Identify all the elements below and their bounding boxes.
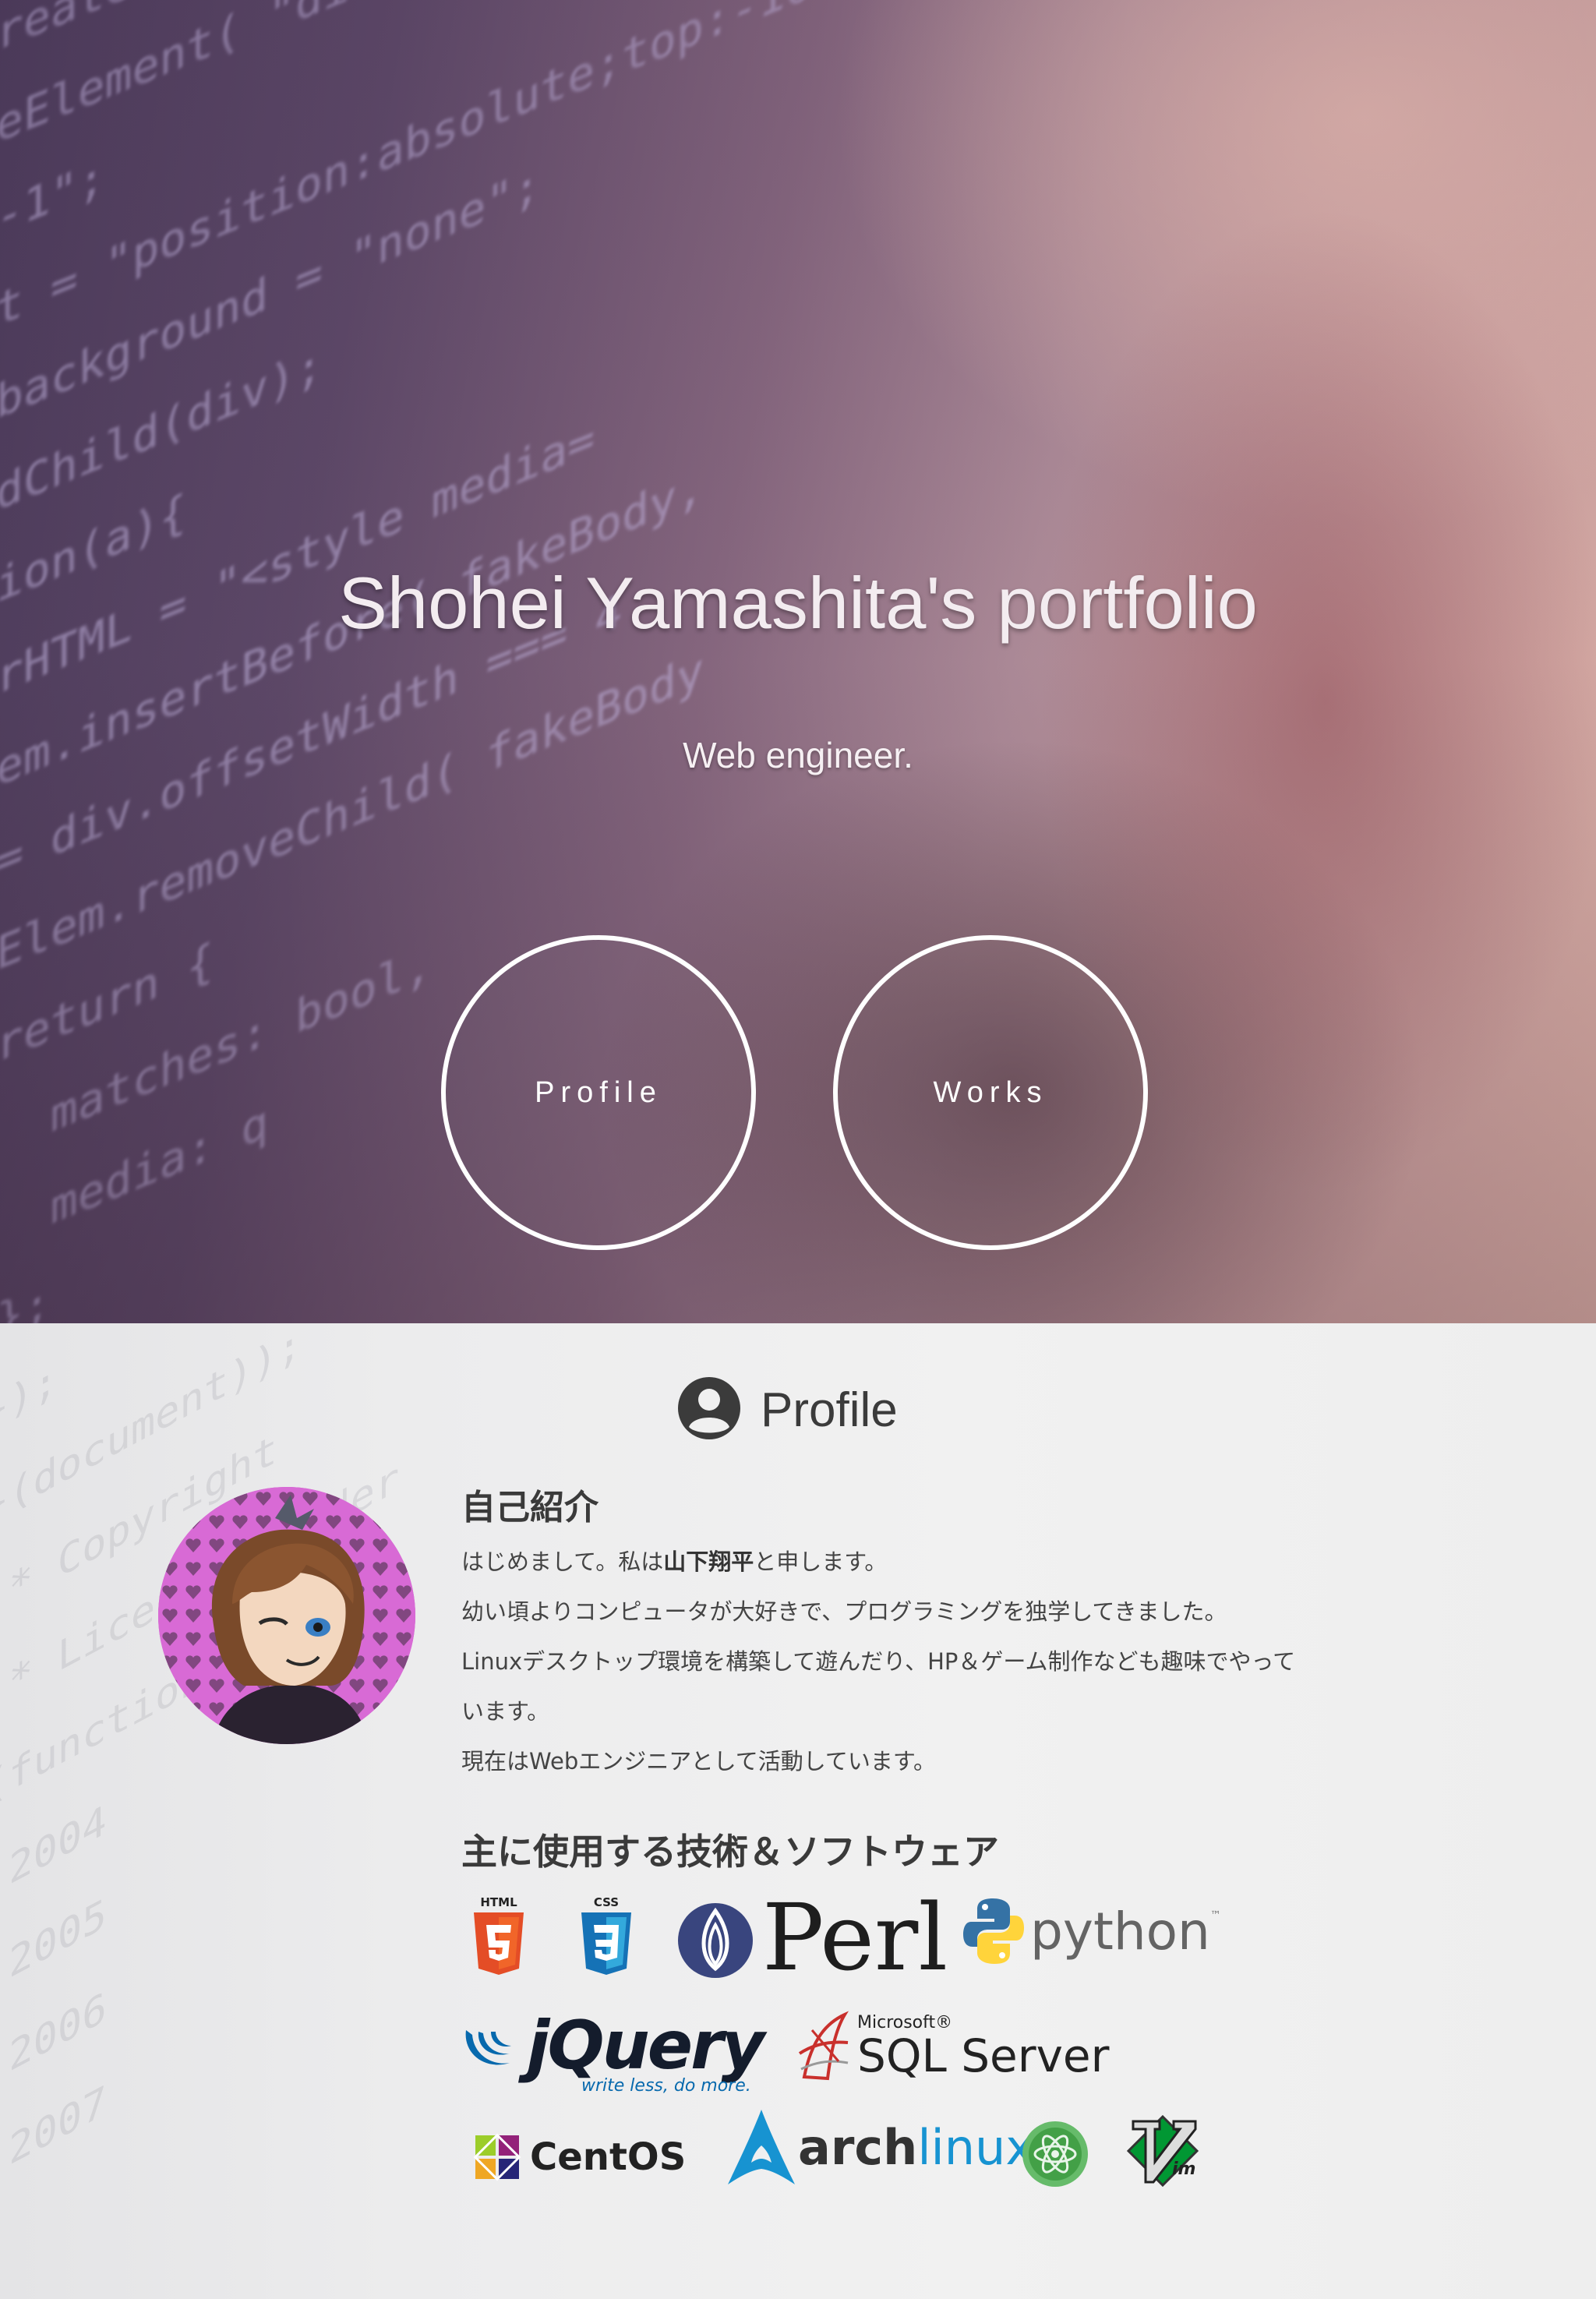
python-logo: python ™ <box>962 1894 1221 1969</box>
jquery-logo: jQuery write less, do more. <box>461 2003 773 2096</box>
intro-text: はじめまして。私は山下翔平と申します。 幼い頃よりコンピュータが大好きで、プログ… <box>461 1537 1435 1786</box>
arch-icon <box>728 2110 795 2184</box>
profile-background-code-image: }); }(document)); * Copyright * Licensed… <box>0 1323 399 2176</box>
profile-content: 自己紹介 はじめまして。私は山下翔平と申します。 幼い頃よりコンピュータが大好き… <box>461 1479 1435 2205</box>
atom-icon <box>1021 2120 1089 2188</box>
perl-logo-text: Perl <box>762 1884 948 1991</box>
owner-name: 山下翔平 <box>663 1549 754 1575</box>
hero-overlay <box>0 0 1596 1323</box>
perl-onion-icon <box>678 1903 753 1978</box>
css3-logo-text: CSS <box>594 1895 619 1909</box>
profile-section: }); }(document)); * Copyright * Licensed… <box>0 1323 1596 2299</box>
html5-logo: HTML <box>471 1894 527 1981</box>
tech-logos: HTML CSS Perl python ™ jQuery write less… <box>461 1884 1435 2205</box>
perl-logo: Perl <box>676 1884 948 1991</box>
sqlserver-logo: Microsoft® SQL Server <box>796 2003 1109 2089</box>
css3-logo: CSS <box>578 1894 634 1981</box>
intro-line: 現在はWebエンジニアとして活動しています。 <box>461 1748 937 1775</box>
python-logo-text: python <box>1030 1901 1210 1962</box>
python-trademark: ™ <box>1209 1909 1221 1922</box>
jquery-logo-text: jQuery <box>527 2007 765 2085</box>
hero-section: createElement( teElement( "div" ); t-1";… <box>0 0 1596 1323</box>
profile-heading: Profile <box>676 1375 898 1445</box>
works-button-label: Works <box>933 1075 1048 1109</box>
profile-title: Profile <box>761 1383 898 1437</box>
intro-line: います。 <box>461 1698 550 1725</box>
html5-logo-text: HTML <box>480 1895 517 1909</box>
intro-line-1-pre: はじめまして。私は <box>461 1549 664 1575</box>
intro-line: はじめまして。私は山下翔平と申します。 <box>461 1537 1435 1587</box>
arch-logo-text-light: linux <box>917 2118 1035 2176</box>
user-circle-icon <box>676 1376 742 1444</box>
sqlserver-icon <box>798 2011 849 2081</box>
centos-logo: CentOS <box>471 2118 686 2196</box>
sqlserver-logo-text: SQL Server <box>857 2029 1110 2082</box>
intro-line: 幼い頃よりコンピュータが大好きで、プログラミングを独学してきました。 <box>461 1598 1227 1625</box>
centos-icon <box>473 2133 521 2181</box>
hero-subtitle: Web engineer. <box>683 735 913 775</box>
tech-heading: 主に使用する技術＆ソフトウェア <box>461 1831 999 1873</box>
works-button[interactable]: Works <box>833 935 1148 1250</box>
intro-line-1-post: と申します。 <box>754 1549 888 1575</box>
avatar <box>158 1487 415 1744</box>
centos-logo-text: CentOS <box>530 2135 687 2179</box>
vim-icon: im <box>1125 2114 1200 2188</box>
profile-button[interactable]: Profile <box>441 935 756 1250</box>
intro-heading: 自己紹介 <box>461 1488 598 1527</box>
intro-line: Linuxデスクトップ環境を構築して遊んだり、HP＆ゲーム制作なども趣味でやって <box>461 1648 1296 1675</box>
python-snake-icon <box>963 1898 1024 1964</box>
profile-button-label: Profile <box>535 1075 662 1109</box>
archlinux-logo: arch linux <box>725 2104 1034 2190</box>
arch-logo-text-bold: arch <box>798 2118 918 2176</box>
jquery-tagline: write less, do more. <box>581 2076 751 2096</box>
jquery-swoosh-icon <box>465 2030 511 2065</box>
hero-title: Shohei Yamashita's portfolio <box>338 562 1258 644</box>
svg-text:im: im <box>1172 2160 1195 2179</box>
